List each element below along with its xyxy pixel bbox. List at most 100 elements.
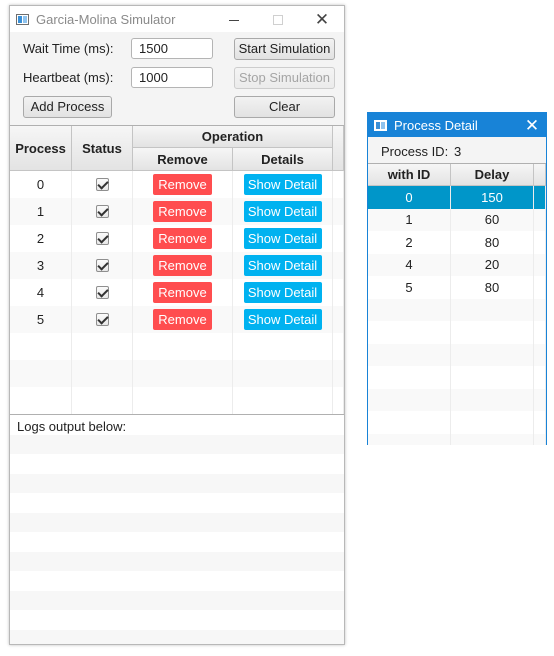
process-cell: 5 [10, 306, 72, 333]
detail-close-button[interactable]: ✕ [518, 117, 546, 134]
process-id-label: Process ID: [381, 144, 449, 159]
column-header-delay[interactable]: Delay [451, 164, 534, 186]
remove-button[interactable]: Remove [153, 228, 212, 249]
column-header-remove[interactable]: Remove [133, 148, 233, 171]
process-id: 1 [36, 204, 45, 219]
column-header-filler [333, 126, 344, 171]
add-process-button[interactable]: Add Process [23, 96, 112, 118]
details-cell [233, 333, 333, 360]
status-checkbox[interactable] [95, 178, 109, 191]
log-lines [10, 415, 344, 644]
detail-row-empty [368, 298, 546, 321]
remove-cell [133, 360, 233, 387]
with-id-cell [368, 343, 451, 366]
remove-cell [133, 387, 233, 414]
log-line [10, 551, 344, 571]
detail-row[interactable]: 4 20 [368, 253, 546, 276]
with-id-cell: 0 [368, 186, 451, 209]
filler-cell [534, 366, 546, 389]
detail-row[interactable]: 1 60 [368, 208, 546, 231]
status-cell [72, 306, 133, 333]
column-header-details[interactable]: Details [233, 148, 333, 171]
show-detail-button[interactable]: Show Detail [243, 201, 322, 222]
minimize-button[interactable] [212, 12, 256, 27]
remove-cell: Remove [133, 252, 233, 279]
log-line [10, 434, 344, 454]
status-cell [72, 360, 133, 387]
table-row[interactable]: 1 Remove Show Detail [10, 198, 344, 225]
table-row[interactable]: 2 Remove Show Detail [10, 225, 344, 252]
delay-cell [451, 411, 534, 434]
status-checkbox[interactable] [95, 232, 109, 245]
status-cell [72, 198, 133, 225]
column-header-with-id[interactable]: with ID [368, 164, 451, 186]
remove-button[interactable]: Remove [153, 309, 212, 330]
delay-cell [451, 433, 534, 445]
with-id-cell: 2 [368, 231, 451, 254]
detail-row[interactable]: 2 80 [368, 231, 546, 254]
details-cell: Show Detail [233, 171, 333, 198]
detail-row-empty [368, 433, 546, 445]
main-titlebar[interactable]: Garcia-Molina Simulator ✕ [10, 6, 344, 32]
logs-area[interactable]: Logs output below: [10, 415, 344, 644]
status-checkbox[interactable] [95, 205, 109, 218]
app-icon [16, 13, 29, 25]
log-line [10, 512, 344, 532]
show-detail-button[interactable]: Show Detail [243, 174, 322, 195]
table-row[interactable]: 5 Remove Show Detail [10, 306, 344, 333]
close-button[interactable]: ✕ [300, 11, 344, 28]
details-cell [233, 360, 333, 387]
delay-cell: 60 [451, 208, 534, 231]
detail-row[interactable]: 5 80 [368, 276, 546, 299]
heartbeat-label: Heartbeat (ms): [23, 70, 114, 85]
with-id-value: 0 [405, 189, 413, 205]
status-checkbox[interactable] [95, 286, 109, 299]
detail-table[interactable]: with ID Delay 0 150 1 60 2 80 4 20 5 80 [368, 163, 546, 445]
column-header-status[interactable]: Status [72, 126, 133, 171]
wait-time-input[interactable] [131, 38, 213, 59]
process-cell: 4 [10, 279, 72, 306]
with-id-cell [368, 321, 451, 344]
detail-app-icon [374, 119, 387, 131]
process-table[interactable]: Process Status Operation Remove Details … [10, 125, 344, 415]
show-detail-button[interactable]: Show Detail [243, 309, 322, 330]
maximize-button [256, 12, 300, 27]
show-detail-button[interactable]: Show Detail [243, 255, 322, 276]
show-detail-button[interactable]: Show Detail [243, 282, 322, 303]
delay-cell [451, 343, 534, 366]
remove-button[interactable]: Remove [153, 282, 212, 303]
status-checkbox[interactable] [95, 313, 109, 326]
table-row[interactable]: 0 Remove Show Detail [10, 171, 344, 198]
log-line [10, 473, 344, 493]
detail-window-title: Process Detail [394, 117, 478, 133]
start-simulation-button[interactable]: Start Simulation [234, 38, 335, 60]
process-cell: 1 [10, 198, 72, 225]
log-line [10, 629, 344, 644]
filler-cell [534, 411, 546, 434]
show-detail-button[interactable]: Show Detail [243, 228, 322, 249]
clear-button[interactable]: Clear [234, 96, 335, 118]
remove-button[interactable]: Remove [153, 174, 212, 195]
status-cell [72, 333, 133, 360]
detail-row-empty [368, 366, 546, 389]
table-row[interactable]: 4 Remove Show Detail [10, 279, 344, 306]
table-row-empty [10, 333, 344, 360]
detail-titlebar[interactable]: Process Detail ✕ [368, 113, 546, 137]
status-checkbox[interactable] [95, 259, 109, 272]
status-cell [72, 252, 133, 279]
status-cell [72, 225, 133, 252]
with-id-cell [368, 388, 451, 411]
minimize-icon [229, 19, 239, 21]
process-cell [10, 333, 72, 360]
filler-cell [534, 388, 546, 411]
delay-value: 150 [481, 189, 503, 205]
details-cell: Show Detail [233, 198, 333, 225]
remove-button[interactable]: Remove [153, 201, 212, 222]
close-icon: ✕ [524, 115, 540, 135]
detail-row[interactable]: 0 150 [368, 186, 546, 209]
table-row[interactable]: 3 Remove Show Detail [10, 252, 344, 279]
heartbeat-input[interactable] [131, 67, 213, 88]
column-header-process[interactable]: Process [10, 126, 72, 171]
remove-button[interactable]: Remove [153, 255, 212, 276]
